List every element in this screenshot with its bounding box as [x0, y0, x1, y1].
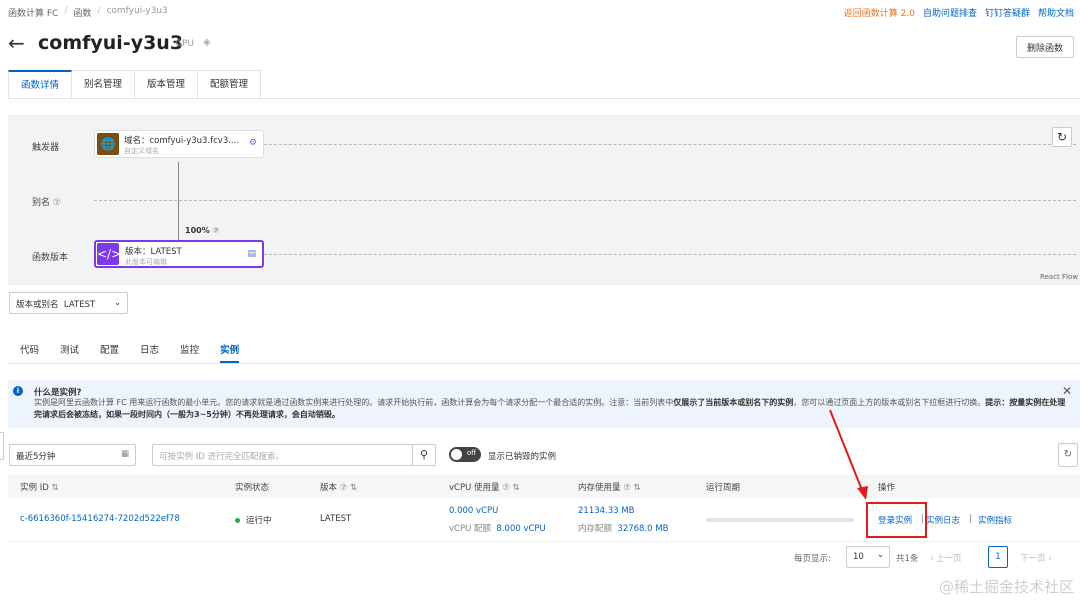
divider [8, 98, 1080, 99]
self-troubleshoot-link[interactable]: 自助问题排查 [923, 6, 977, 19]
run-period-bar [706, 518, 854, 522]
instance-metrics-link[interactable]: 实例指标 [978, 514, 1012, 526]
delete-function-button[interactable]: 删除函数 [1016, 36, 1074, 58]
version-node-subtitle: 此版本可编辑 [125, 258, 167, 266]
top-links: 返回函数计算 2.0 自助问题排查 钉钉答疑群 帮助文档 [844, 6, 1074, 19]
tab-monitor[interactable]: 监控 [180, 342, 199, 356]
tag-icon[interactable]: ◈ [203, 37, 211, 48]
tab-code[interactable]: 代码 [20, 342, 39, 356]
breadcrumb-item[interactable]: 函数计算 FC [8, 6, 58, 19]
trigger-node-title: 域名：comfyui-y3u3.fcv3.... [124, 136, 240, 146]
vcpu-alloc: vCPU 配额 8.000 vCPU [449, 524, 546, 534]
tab-function-details[interactable]: 函数详情 [8, 70, 73, 99]
connector-line [178, 162, 179, 241]
refresh-icon[interactable]: ↻ [1058, 443, 1078, 467]
sub-tabs: 代码 测试 配置 日志 监控 实例 [20, 342, 240, 363]
total-count: 共1条 [896, 554, 919, 564]
per-page-select[interactable]: 10 ⌄ [846, 546, 890, 568]
col-actions: 操作 [878, 483, 896, 493]
tab-alias-management[interactable]: 别名管理 [72, 70, 136, 99]
col-run-period: 运行周期 [706, 483, 741, 493]
divider [8, 363, 1080, 364]
back-to-fc2-link[interactable]: 返回函数计算 2.0 [844, 6, 915, 19]
status-dot-icon [235, 518, 240, 523]
memory-alloc: 内存配额 32768.0 MB [578, 524, 669, 534]
side-handle[interactable] [0, 432, 4, 460]
col-memory[interactable]: 内存使用量 ⑦ ⇅ [578, 481, 641, 493]
time-range-select[interactable]: 最近5分钟 ▦ [9, 444, 136, 466]
toggle-label: 显示已销毁的实例 [488, 452, 557, 462]
tab-logs[interactable]: 日志 [140, 342, 159, 356]
status-badge: 运行中 [235, 514, 272, 526]
search-icon[interactable]: ⚲ [412, 444, 436, 466]
version-cell: LATEST [320, 514, 352, 524]
memory-usage: 21134.33 MB [578, 506, 635, 516]
breadcrumb: 函数计算 FC / 函数 / comfyui-y3u3 [8, 6, 168, 19]
traffic-percent: 100% ⑦ [185, 226, 220, 235]
breadcrumb-item[interactable]: 函数 [73, 6, 91, 19]
instance-search-input[interactable]: 可按实例 ID 进行完全匹配搜索。 [152, 444, 413, 466]
info-icon: i [13, 386, 23, 396]
show-destroyed-toggle[interactable]: off [449, 447, 481, 462]
back-arrow-icon[interactable]: ← [8, 33, 25, 53]
col-version[interactable]: 版本 ⑦ ⇅ [320, 481, 357, 493]
per-page-label: 每页显示: [794, 554, 831, 564]
info-body: 实例是阿里云函数计算 FC 用来运行函数的最小单元。您的请求就是通过函数实例来进… [34, 398, 1066, 419]
page-title: comfyui-y3u3 [38, 32, 184, 54]
row-label-alias: 别名 ⑦ [32, 198, 61, 208]
chevron-down-icon: ⌄ [113, 298, 121, 308]
chevron-down-icon: ⌄ [876, 550, 884, 560]
version-node[interactable]: </> 版本：LATEST 此版本可编辑 ▤ [94, 240, 264, 268]
tab-instances[interactable]: 实例 [220, 342, 240, 363]
trigger-node[interactable]: 🌐 域名：comfyui-y3u3.fcv3.... 自定义域名 ⚙ [94, 130, 264, 158]
gpu-badge: GPU [175, 39, 194, 49]
pagination: 每页显示: 10 ⌄ 共1条 ‹ 上一页 1 下一页 › [794, 546, 1074, 568]
page-number-button[interactable]: 1 [988, 546, 1008, 568]
table-header: 实例 ID ⇅ 实例状态 版本 ⑦ ⇅ vCPU 使用量 ⑦ ⇅ 内存使用量 ⑦… [8, 474, 1080, 498]
info-banner: i 什么是实例? 实例是阿里云函数计算 FC 用来运行函数的最小单元。您的请求就… [8, 380, 1080, 428]
globe-icon: 🌐 [97, 133, 119, 155]
tab-quota-management[interactable]: 配额管理 [198, 70, 262, 99]
version-node-title: 版本：LATEST [125, 247, 182, 257]
document-icon[interactable]: ▤ [247, 249, 256, 259]
row-label-trigger: 触发器 [32, 143, 60, 153]
flow-canvas[interactable]: 触发器 别名 ⑦ 函数版本 100% ⑦ 🌐 域名：comfyui-y3u3.f… [8, 115, 1080, 285]
version-alias-select[interactable]: 版本或别名 LATEST ⌄ [9, 292, 128, 314]
tab-config[interactable]: 配置 [100, 342, 119, 356]
help-docs-link[interactable]: 帮助文档 [1038, 6, 1074, 19]
trigger-node-subtitle: 自定义域名 [124, 147, 159, 155]
prev-page-button[interactable]: ‹ 上一页 [930, 552, 962, 564]
col-instance-id[interactable]: 实例 ID ⇅ [20, 481, 59, 493]
refresh-icon[interactable]: ↻ [1052, 127, 1072, 147]
instance-logs-link[interactable]: 实例日志 [926, 514, 960, 526]
row-label-version: 函数版本 [32, 253, 69, 263]
help-icon[interactable]: ⑦ [53, 198, 61, 208]
watermark: @稀土掘金技术社区 [938, 578, 1074, 596]
tab-version-management[interactable]: 版本管理 [135, 70, 199, 99]
col-vcpu[interactable]: vCPU 使用量 ⑦ ⇅ [449, 481, 520, 493]
highlight-box [866, 502, 927, 538]
next-page-button[interactable]: 下一页 › [1020, 552, 1052, 564]
close-icon[interactable]: ✕ [1062, 384, 1072, 398]
instance-id-link[interactable]: c-6616360f-15416274-7202d522ef78 [20, 514, 180, 524]
dingtalk-group-link[interactable]: 钉钉答疑群 [985, 6, 1030, 19]
col-status: 实例状态 [235, 483, 270, 493]
main-tabs: 函数详情 别名管理 版本管理 配额管理 [8, 70, 262, 99]
lane-line [94, 200, 1076, 201]
vcpu-usage: 0.000 vCPU [449, 506, 499, 516]
tab-test[interactable]: 测试 [60, 342, 79, 356]
settings-icon[interactable]: ⚙ [249, 138, 257, 148]
code-icon: </> [97, 243, 121, 265]
calendar-icon: ▦ [120, 449, 129, 459]
react-flow-attribution[interactable]: React Flow [1040, 273, 1078, 281]
breadcrumb-item: comfyui-y3u3 [106, 6, 168, 16]
